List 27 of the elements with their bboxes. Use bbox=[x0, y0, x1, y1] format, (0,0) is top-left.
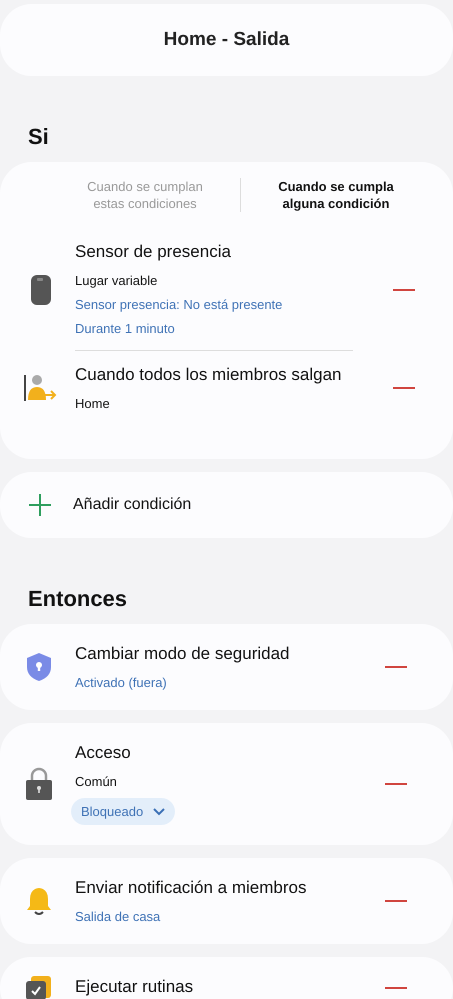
shield-icon bbox=[26, 652, 52, 682]
item-title: Cuando todos los miembros salgan bbox=[75, 365, 342, 385]
sensor-icon bbox=[30, 274, 52, 306]
person-exit-icon bbox=[24, 373, 58, 403]
section-title: Si bbox=[28, 124, 49, 149]
condition-mode-tab[interactable]: Cuando se cumplan estas condiciones bbox=[50, 178, 240, 212]
plus-icon bbox=[29, 494, 51, 516]
add-condition-button[interactable]: Añadir condición bbox=[0, 472, 453, 538]
chevron-down-icon bbox=[153, 808, 166, 816]
condition-mode-tab[interactable]: Cuando se cumpla alguna condición bbox=[241, 178, 431, 212]
detail-text: Común bbox=[75, 774, 118, 789]
detail-text: Lugar variable bbox=[75, 273, 158, 288]
section-title: Entonces bbox=[28, 586, 128, 611]
bell-icon bbox=[26, 886, 52, 916]
item-title: Acceso bbox=[75, 743, 132, 763]
state-dropdown[interactable]: Bloqueado bbox=[71, 798, 176, 825]
detail-link[interactable]: Durante 1 minuto bbox=[75, 321, 353, 336]
item-title: Sensor de presencia bbox=[75, 242, 232, 262]
item-title: Enviar notificación a miembros bbox=[75, 878, 308, 898]
detail-link[interactable]: Salida de casa bbox=[75, 909, 345, 924]
page-title: Home - Salida bbox=[0, 4, 453, 76]
detail-link[interactable]: Activado (fuera) bbox=[75, 675, 345, 690]
detail-link[interactable]: Sensor presencia: No está presente bbox=[75, 297, 353, 312]
item-title: Ejecutar rutinas bbox=[75, 977, 194, 997]
item-title: Cambiar modo de seguridad bbox=[75, 644, 291, 664]
padlock-icon bbox=[24, 767, 52, 801]
detail-text: Home bbox=[75, 396, 111, 411]
